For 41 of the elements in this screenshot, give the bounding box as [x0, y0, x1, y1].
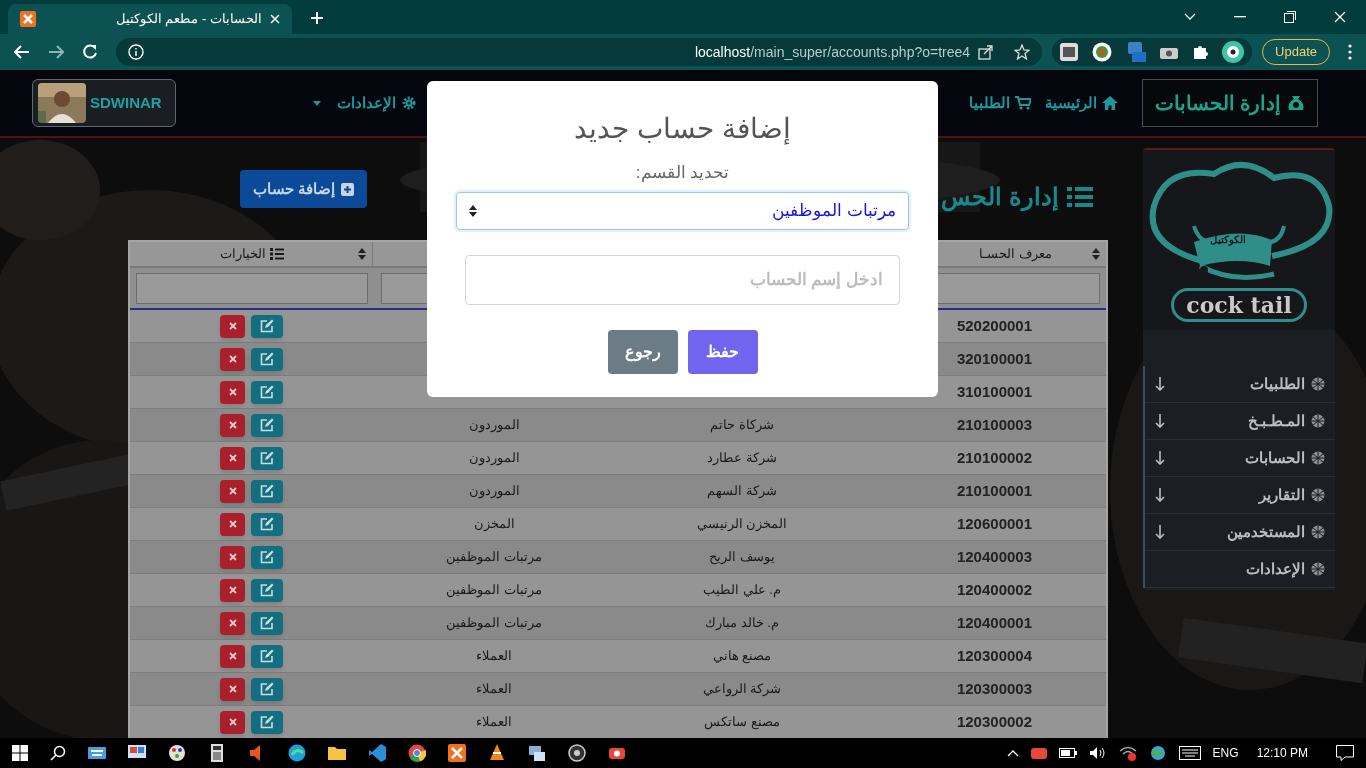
- keyboard-icon[interactable]: [88, 744, 106, 762]
- url-text: localhost/main_super/accounts.php?o=tree4: [694, 42, 971, 62]
- reload-icon[interactable]: [82, 44, 98, 60]
- browser-tab[interactable]: الحسابات - مطعم الكوكتيل: [8, 4, 292, 34]
- close-icon[interactable]: [270, 14, 280, 24]
- star-icon[interactable]: [1014, 44, 1031, 60]
- puzzle-icon[interactable]: [1192, 44, 1209, 60]
- camera-icon[interactable]: [1160, 45, 1179, 59]
- chevron-up-icon[interactable]: [1006, 749, 1019, 757]
- update-button[interactable]: Update: [1262, 39, 1330, 65]
- clock[interactable]: 12:10 PM: [1256, 744, 1308, 762]
- forward-icon[interactable]: [48, 45, 64, 59]
- share-icon[interactable]: [978, 44, 995, 60]
- calculator-icon[interactable]: [208, 744, 226, 762]
- network-icon[interactable]: [528, 744, 546, 762]
- aperture-icon[interactable]: [568, 744, 586, 762]
- paint-icon[interactable]: [168, 744, 186, 762]
- new-tab-icon[interactable]: [310, 11, 324, 25]
- volume-icon[interactable]: [1088, 746, 1107, 760]
- back-icon[interactable]: [14, 45, 30, 59]
- tab-title: الحسابات - مطعم الكوكتيل: [114, 10, 262, 29]
- minimize-icon[interactable]: [1234, 16, 1246, 18]
- battery-icon[interactable]: [1058, 747, 1077, 759]
- window-icon[interactable]: [1060, 43, 1079, 61]
- info-icon: [128, 44, 144, 60]
- search-icon[interactable]: [50, 745, 66, 761]
- chevron-down-icon[interactable]: [1184, 13, 1196, 21]
- profile-icon[interactable]: [1222, 41, 1245, 63]
- windows-logo-icon[interactable]: [12, 745, 28, 761]
- restore-icon[interactable]: [1284, 11, 1296, 23]
- more-icon[interactable]: [1348, 44, 1352, 60]
- notification-icon[interactable]: [1336, 745, 1354, 761]
- traffic-cone-icon[interactable]: [488, 744, 506, 762]
- close-icon[interactable]: [1334, 11, 1346, 23]
- language-indicator[interactable]: ENG: [1212, 744, 1239, 762]
- wifi-off-icon[interactable]: [1118, 745, 1137, 761]
- globe-icon[interactable]: [1148, 745, 1167, 761]
- address-bar[interactable]: localhost/main_super/accounts.php?o=tree4: [116, 38, 1043, 66]
- keyboard-icon[interactable]: [1178, 746, 1201, 760]
- code-editor-icon[interactable]: [368, 744, 386, 762]
- folder-icon[interactable]: [328, 744, 346, 762]
